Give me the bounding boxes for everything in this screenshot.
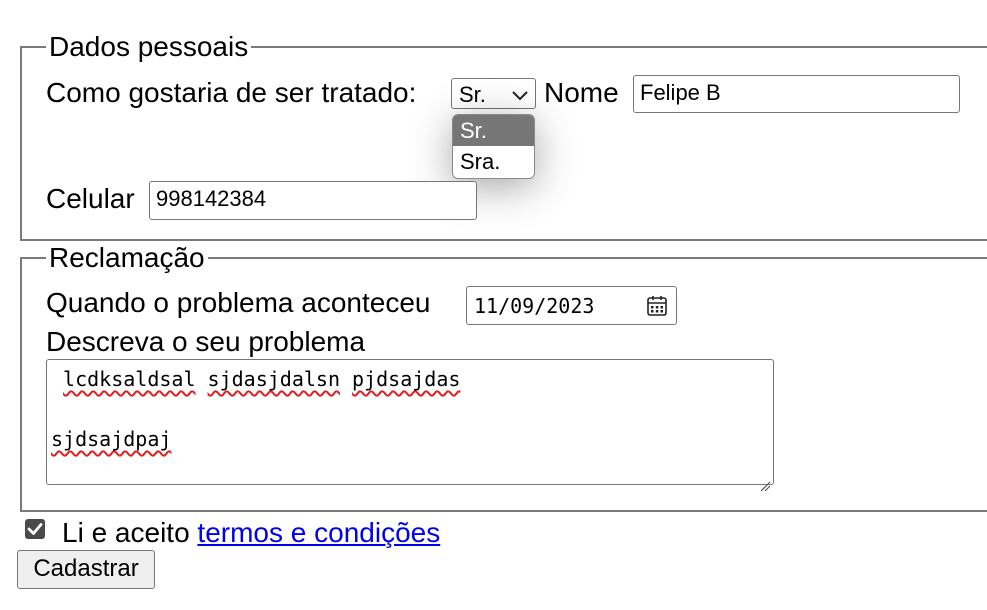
complaint-legend: Reclamação [46, 244, 208, 272]
date-input[interactable]: 11/09/2023 [466, 286, 677, 325]
submit-button[interactable]: Cadastrar [17, 550, 155, 589]
description-line-3: sjdsajdpaj [51, 424, 769, 454]
spelling-error-word: sjdsajdpaj [51, 427, 172, 451]
chevron-down-icon [510, 85, 530, 105]
description-line-2 [51, 394, 769, 424]
treatment-option-sr[interactable]: Sr. [453, 115, 534, 146]
description-label: Descreva o seu problema [46, 326, 366, 357]
treatment-select-value: Sr. [459, 82, 486, 107]
terms-text: Li e aceito termos e condições [62, 517, 440, 549]
checkbox-checked-icon[interactable] [24, 518, 46, 540]
personal-legend: Dados pessoais [46, 33, 252, 61]
date-input-value: 11/09/2023 [474, 294, 595, 318]
resize-grip-icon[interactable] [759, 470, 771, 492]
treatment-option-sra[interactable]: Sra. [453, 146, 534, 177]
treatment-dropdown-list: Sr. Sra. [452, 114, 535, 179]
spelling-error-word: sjdasjdalsn [207, 367, 340, 391]
treatment-select[interactable]: Sr. [451, 78, 536, 109]
description-line-1: lcdksaldsal sjdasjdalsn pjdsajdas [51, 364, 769, 394]
treatment-label: Como gostaria de ser tratado: [46, 77, 417, 108]
terms-link[interactable]: termos e condições [197, 517, 440, 548]
spelling-error-word: pjdsajdas [352, 367, 461, 391]
date-label: Quando o problema aconteceu [46, 287, 431, 318]
description-textarea[interactable]: lcdksaldsal sjdasjdalsn pjdsajdas sjdsaj… [46, 359, 774, 492]
spelling-error-word: lcdksaldsal [63, 367, 196, 391]
name-input[interactable]: Felipe B [633, 75, 960, 113]
phone-label: Celular [46, 183, 135, 214]
name-label: Nome [544, 77, 619, 108]
phone-input[interactable]: 998142384 [149, 181, 477, 220]
calendar-icon[interactable] [646, 295, 668, 317]
terms-label: Li e aceito [62, 517, 198, 548]
